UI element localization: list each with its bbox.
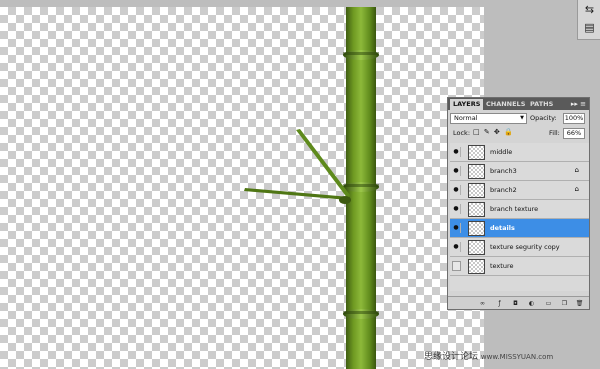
eye-icon[interactable]: ● <box>452 166 461 176</box>
fill-label: Fill: <box>549 129 560 137</box>
lock-row: Lock: □ ✎ ✥ 🔒 Fill: 66% <box>450 128 588 140</box>
layer-name: details <box>490 224 515 232</box>
layer-thumbnail <box>468 202 485 217</box>
tab-layers[interactable]: LAYERS <box>450 99 484 110</box>
layer-thumbnail <box>468 221 485 236</box>
bamboo-branches <box>244 129 351 204</box>
eye-hidden-icon[interactable] <box>452 261 461 271</box>
link-layers-icon[interactable]: ∞ <box>478 299 487 308</box>
layer-thumbnail <box>468 259 485 274</box>
eye-icon[interactable]: ● <box>452 204 461 214</box>
layer-list: ● middle ● branch3 ⌂ ● branch2 ⌂ ● branc… <box>450 143 589 291</box>
lock-icon: ⌂ <box>574 185 579 193</box>
tool-options-icon[interactable]: ⇆ <box>581 2 598 18</box>
trash-icon[interactable]: 🗑 <box>575 299 584 308</box>
opacity-label: Opacity: <box>530 114 557 122</box>
layer-thumbnail <box>468 240 485 255</box>
layer-thumbnail <box>468 164 485 179</box>
tab-channels[interactable]: CHANNELS <box>483 99 528 110</box>
layers-panel: LAYERS CHANNELS PATHS ▸▸ ≡ Normal ▼ Opac… <box>447 97 590 310</box>
layer-row-texture-segurity-copy[interactable]: ● texture segurity copy <box>450 238 589 257</box>
layer-name: branch2 <box>490 186 517 194</box>
watermark-url: www.MISSYUAN.com <box>480 353 554 361</box>
layer-row-middle[interactable]: ● middle <box>450 143 589 162</box>
layer-row-branch-texture[interactable]: ● branch texture <box>450 200 589 219</box>
new-layer-icon[interactable]: ❐ <box>560 299 569 308</box>
panel-menu-icon[interactable]: ▸▸ ≡ <box>571 98 586 110</box>
lock-icon: ⌂ <box>574 166 579 174</box>
eye-icon[interactable]: ● <box>452 223 461 233</box>
layer-row-texture[interactable]: texture <box>450 257 589 276</box>
eye-icon[interactable]: ● <box>452 185 461 195</box>
layer-name: texture <box>490 262 514 270</box>
layer-row-branch3[interactable]: ● branch3 ⌂ <box>450 162 589 181</box>
panel-tabs: LAYERS CHANNELS PATHS ▸▸ ≡ <box>448 98 589 110</box>
lock-options-icons[interactable]: □ ✎ ✥ 🔒 <box>473 128 514 136</box>
workspace-icon[interactable]: ▤ <box>581 20 598 36</box>
panel-footer: ∞ ƒ ◘ ◐ ▭ ❐ 🗑 <box>448 296 589 309</box>
document-canvas[interactable] <box>0 7 484 369</box>
layer-thumbnail <box>468 183 485 198</box>
fill-field[interactable]: 66% <box>563 128 585 139</box>
mask-icon[interactable]: ◘ <box>511 299 520 308</box>
lock-label: Lock: <box>453 129 471 137</box>
layer-name: middle <box>490 148 513 156</box>
chevron-down-icon: ▼ <box>520 115 524 121</box>
layer-thumbnail <box>468 145 485 160</box>
layer-row-branch2[interactable]: ● branch2 ⌂ <box>450 181 589 200</box>
layer-name: branch3 <box>490 167 517 175</box>
workspace: ⇆ ▤ LAYERS CHANNELS PATHS ▸▸ ≡ Normal ▼ … <box>0 0 600 369</box>
right-tool-strip: ⇆ ▤ <box>577 0 600 40</box>
watermark-text: 思缘设计论坛 <box>424 352 479 362</box>
group-icon[interactable]: ▭ <box>544 299 553 308</box>
layer-name: texture segurity copy <box>490 243 560 251</box>
fx-icon[interactable]: ƒ <box>495 299 504 308</box>
layer-row-details[interactable]: ● details <box>450 219 589 238</box>
adjustment-icon[interactable]: ◐ <box>527 299 536 308</box>
blend-row: Normal ▼ Opacity: 100% <box>450 113 588 125</box>
bamboo-artwork <box>244 7 379 369</box>
layer-name: branch texture <box>490 205 539 213</box>
tab-paths[interactable]: PATHS <box>527 99 556 110</box>
watermark: 思缘设计论坛 www.MISSYUAN.com <box>424 349 553 362</box>
eye-icon[interactable]: ● <box>452 147 461 157</box>
blend-mode-value: Normal <box>454 114 478 122</box>
eye-icon[interactable]: ● <box>452 242 461 252</box>
blend-mode-select[interactable]: Normal ▼ <box>450 113 527 124</box>
opacity-field[interactable]: 100% <box>563 113 585 124</box>
